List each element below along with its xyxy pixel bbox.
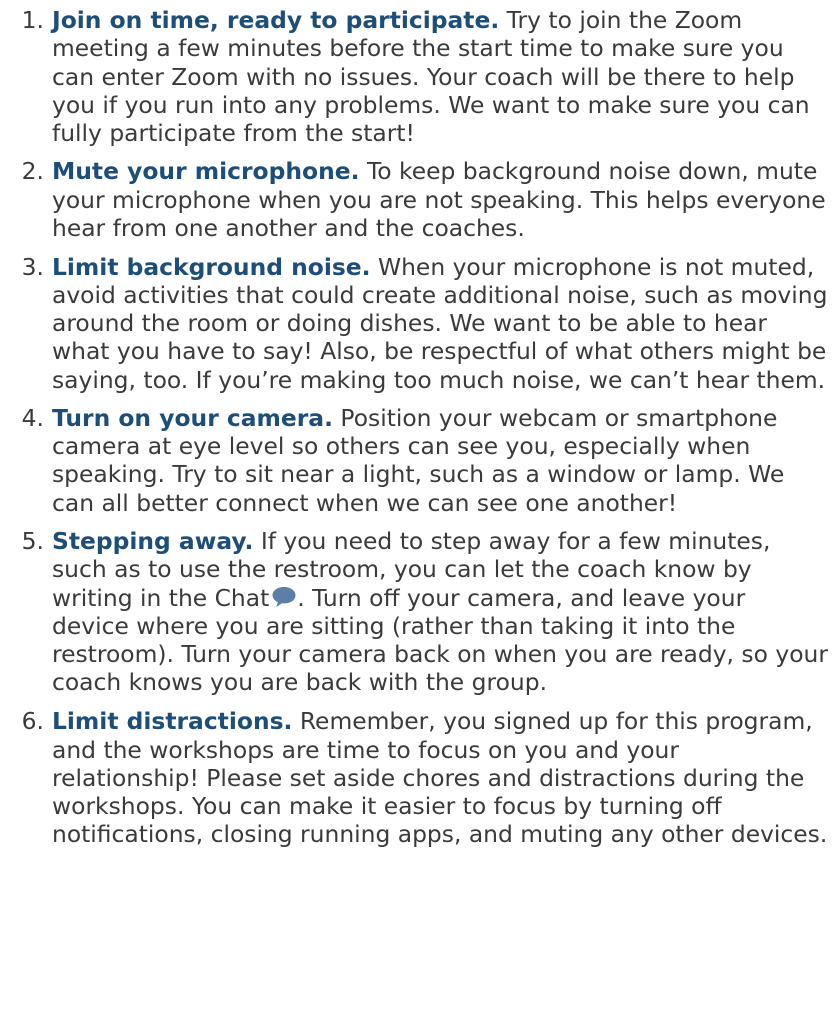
item-number: 1. [21, 6, 44, 34]
item-title: Stepping away. [52, 527, 254, 556]
item-text: Mute your microphone. To keep background… [52, 157, 828, 242]
guideline-item-turn-on-camera: 4. Turn on your camera. Position your we… [0, 404, 834, 517]
guideline-item-limit-background-noise: 3. Limit background noise. When your mic… [0, 253, 834, 394]
item-title: Join on time, ready to participate. [52, 6, 500, 34]
item-title: Turn on your camera. [52, 403, 333, 432]
item-title: Limit distractions. [52, 707, 293, 736]
item-text: Limit background noise. When your microp… [52, 253, 828, 394]
item-title: Mute your microphone. [52, 157, 360, 186]
guideline-item-join-on-time: 1. Join on time, ready to participate. T… [0, 6, 834, 147]
item-text: Turn on your camera. Position your webca… [52, 404, 828, 517]
item-number: 2. [21, 157, 44, 186]
item-title: Limit background noise. [52, 252, 371, 281]
item-number: 3. [21, 252, 44, 281]
guideline-item-stepping-away: 5. Stepping away. If you need to step aw… [0, 527, 834, 697]
chat-bubble-icon [271, 586, 297, 608]
guideline-item-limit-distractions: 6. Limit distractions. Remember, you sig… [0, 707, 834, 848]
item-text: Stepping away. If you need to step away … [52, 527, 828, 697]
guideline-item-mute-microphone: 2. Mute your microphone. To keep backgro… [0, 157, 834, 242]
item-number: 5. [21, 527, 44, 556]
item-text: Limit distractions. Remember, you signed… [52, 707, 828, 848]
item-number: 6. [21, 707, 44, 736]
item-number: 4. [21, 403, 44, 432]
item-text: Join on time, ready to participate. Try … [52, 6, 828, 147]
